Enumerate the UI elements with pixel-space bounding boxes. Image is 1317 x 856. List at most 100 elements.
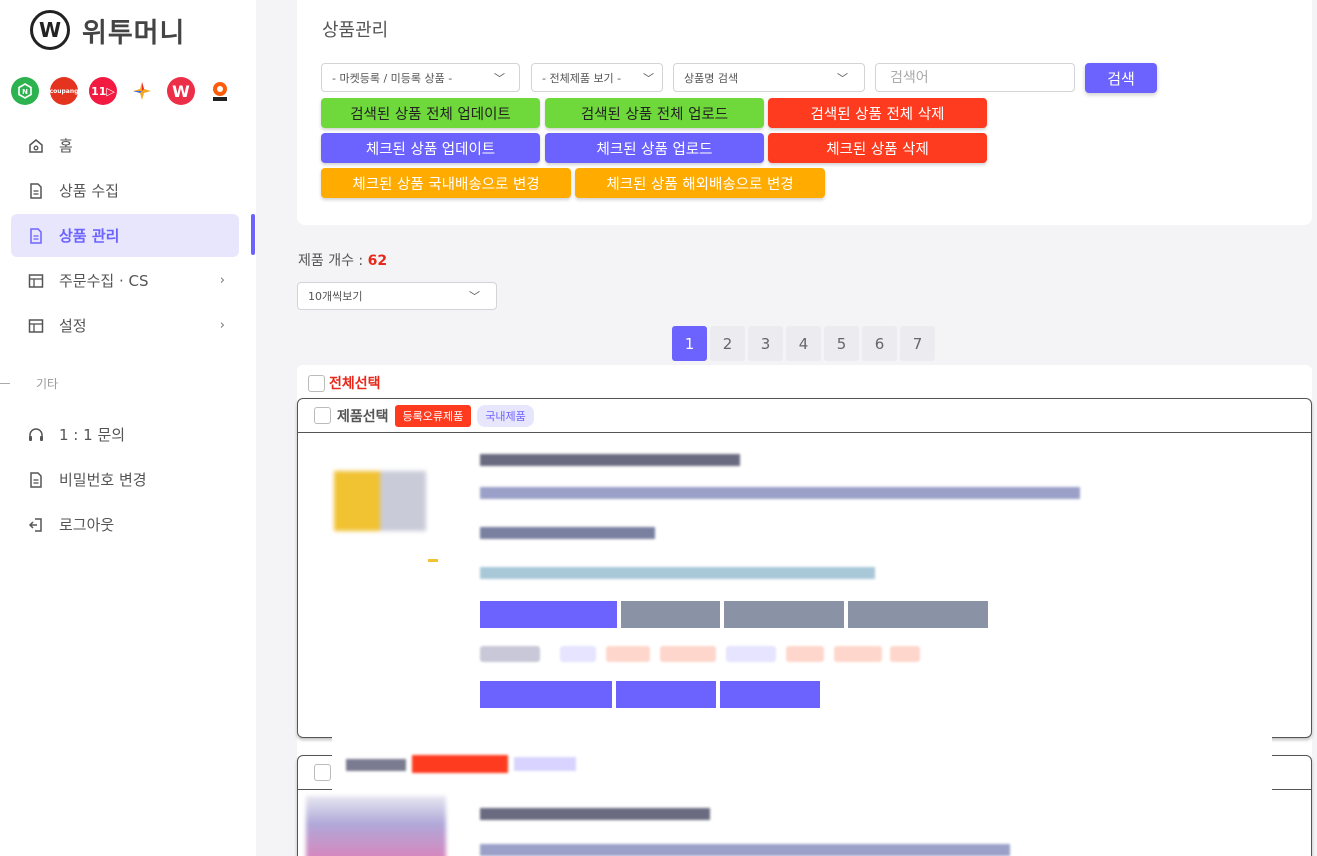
nav-label: 1 : 1 문의: [59, 426, 126, 444]
product-tag: [480, 601, 617, 628]
logo-icon: W: [30, 10, 70, 50]
nav-item-settings[interactable]: 설정 ›: [11, 304, 239, 347]
per-page-select[interactable]: 10개씩보기 ﹀: [297, 282, 497, 310]
search-type-select[interactable]: 상품명 검색 ﹀: [673, 63, 865, 92]
chevron-down-icon: ﹀: [469, 290, 480, 303]
nav-label: 주문수집 · CS: [59, 272, 149, 290]
delete-checked-button[interactable]: 체크된 상품 삭제: [768, 133, 987, 163]
logo[interactable]: W 위투머니: [30, 10, 185, 50]
select-value: - 전체제품 보기 -: [542, 71, 622, 85]
chevron-down-icon: ﹀: [643, 72, 654, 85]
product-detail-blurred: [480, 844, 1010, 856]
11st-icon[interactable]: 11▷: [89, 77, 117, 105]
product-select-label: 제품선택: [337, 408, 389, 425]
page-button[interactable]: 3: [748, 326, 783, 361]
chevron-right-icon: ›: [219, 273, 225, 288]
smartstore-icon[interactable]: N: [11, 77, 39, 105]
page-button[interactable]: 2: [710, 326, 745, 361]
sidebar: W 위투머니 N coupang 11▷ W 홈 상품 수집 상품 관리 주문수…: [0, 0, 256, 856]
select-value: - 마켓등록 / 미등록 상품 -: [332, 71, 453, 85]
select-value: 10개씩보기: [308, 290, 363, 303]
product-card: 제품선택 등록오류제품 국내제품: [297, 398, 1312, 738]
nav-item-password[interactable]: 비밀번호 변경: [11, 458, 239, 501]
product-card-header: 제품선택 등록오류제품 국내제품: [298, 399, 1311, 433]
product-image[interactable]: [306, 796, 446, 856]
product-tag: [848, 601, 988, 628]
delete-all-button[interactable]: 검색된 상품 전체 삭제: [768, 98, 987, 128]
chevron-right-icon: ›: [219, 318, 225, 333]
domestic-badge: 국내제품: [477, 404, 534, 427]
pagination: 1 2 3 4 5 6 7: [672, 326, 935, 361]
select-all-label: 전체선택: [329, 376, 381, 392]
error-badge: 등록오류제품: [394, 404, 472, 427]
market-status: [890, 646, 920, 662]
product-action[interactable]: [480, 681, 612, 708]
page-button[interactable]: 1: [672, 326, 707, 361]
product-checkbox[interactable]: [314, 407, 331, 424]
product-action[interactable]: [720, 681, 820, 708]
coupang-icon[interactable]: coupang: [50, 77, 78, 105]
product-tag: [724, 601, 844, 628]
to-overseas-button[interactable]: 체크된 상품 해외배송으로 변경: [575, 168, 825, 198]
nav-item-orders-cs[interactable]: 주문수집 · CS ›: [11, 259, 239, 302]
view-filter-select[interactable]: - 전체제품 보기 - ﹀: [531, 63, 663, 92]
select-all-checkbox[interactable]: [308, 374, 325, 392]
product-count: 제품 개수 : 62: [298, 250, 387, 270]
market-status: [726, 646, 776, 662]
page-button[interactable]: 6: [862, 326, 897, 361]
wemakeprice-icon[interactable]: W: [167, 77, 195, 105]
nav-item-inquiry[interactable]: 1 : 1 문의: [11, 413, 239, 456]
floating-header-overlay: [332, 733, 1272, 791]
select-value: 상품명 검색: [684, 71, 739, 85]
image-fragment: [428, 559, 438, 562]
market-status: [786, 646, 824, 662]
nav-item-product-collect[interactable]: 상품 수집: [11, 169, 239, 212]
upload-all-button[interactable]: 검색된 상품 전체 업로드: [545, 98, 764, 128]
market-status: [834, 646, 882, 662]
product-image[interactable]: [334, 471, 426, 531]
count-value: 62: [367, 253, 388, 269]
to-domestic-button[interactable]: 체크된 상품 국내배송으로 변경: [321, 168, 571, 198]
brand-name: 위투머니: [82, 17, 186, 49]
count-label: 제품 개수 :: [298, 253, 364, 269]
overlay-text-blurred: [346, 759, 406, 771]
page-title: 상품관리: [322, 20, 389, 41]
nav-item-product-manage[interactable]: 상품 관리: [11, 214, 239, 257]
nav-label: 비밀번호 변경: [59, 471, 147, 489]
gmarket-icon[interactable]: [128, 77, 156, 105]
select-all[interactable]: 전체선택: [308, 373, 381, 393]
nav-label: 상품 관리: [59, 227, 120, 245]
nav-label: 로그아웃: [59, 516, 115, 534]
section-label-etc: 기타: [0, 375, 58, 392]
nav-item-home[interactable]: 홈: [11, 124, 239, 167]
product-tag: [621, 601, 720, 628]
update-checked-button[interactable]: 체크된 상품 업데이트: [321, 133, 540, 163]
product-manage-card: 상품관리 - 마켓등록 / 미등록 상품 - ﹀ - 전체제품 보기 - ﹀ 상…: [297, 0, 1312, 225]
main-nav: 홈 상품 수집 상품 관리 주문수집 · CS › 설정 ›: [11, 124, 239, 349]
product-meta-blurred: [480, 567, 875, 579]
market-status: [606, 646, 650, 662]
search-input[interactable]: [875, 63, 1075, 92]
overlay-badge-blurred: [514, 757, 576, 771]
page-button[interactable]: 7: [900, 326, 935, 361]
product-detail-blurred: [480, 487, 1080, 499]
tmon-icon[interactable]: [206, 77, 234, 105]
nav-item-logout[interactable]: 로그아웃: [11, 503, 239, 546]
chevron-down-icon: ﹀: [837, 72, 848, 85]
market-filter-select[interactable]: - 마켓등록 / 미등록 상품 - ﹀: [321, 63, 520, 92]
nav-label: 설정: [59, 317, 87, 335]
home-icon: [27, 137, 45, 155]
update-all-button[interactable]: 검색된 상품 전체 업데이트: [321, 98, 540, 128]
svg-text:N: N: [22, 88, 28, 96]
product-checkbox[interactable]: [314, 764, 331, 781]
section-label: 기타: [36, 377, 59, 391]
market-status: [660, 646, 716, 662]
search-button[interactable]: 검색: [1085, 63, 1157, 93]
page-button[interactable]: 4: [786, 326, 821, 361]
document-icon: [27, 471, 45, 489]
upload-checked-button[interactable]: 체크된 상품 업로드: [545, 133, 764, 163]
logout-icon: [27, 516, 45, 534]
product-action[interactable]: [616, 681, 716, 708]
nav-label: 상품 수집: [59, 182, 119, 200]
page-button[interactable]: 5: [824, 326, 859, 361]
